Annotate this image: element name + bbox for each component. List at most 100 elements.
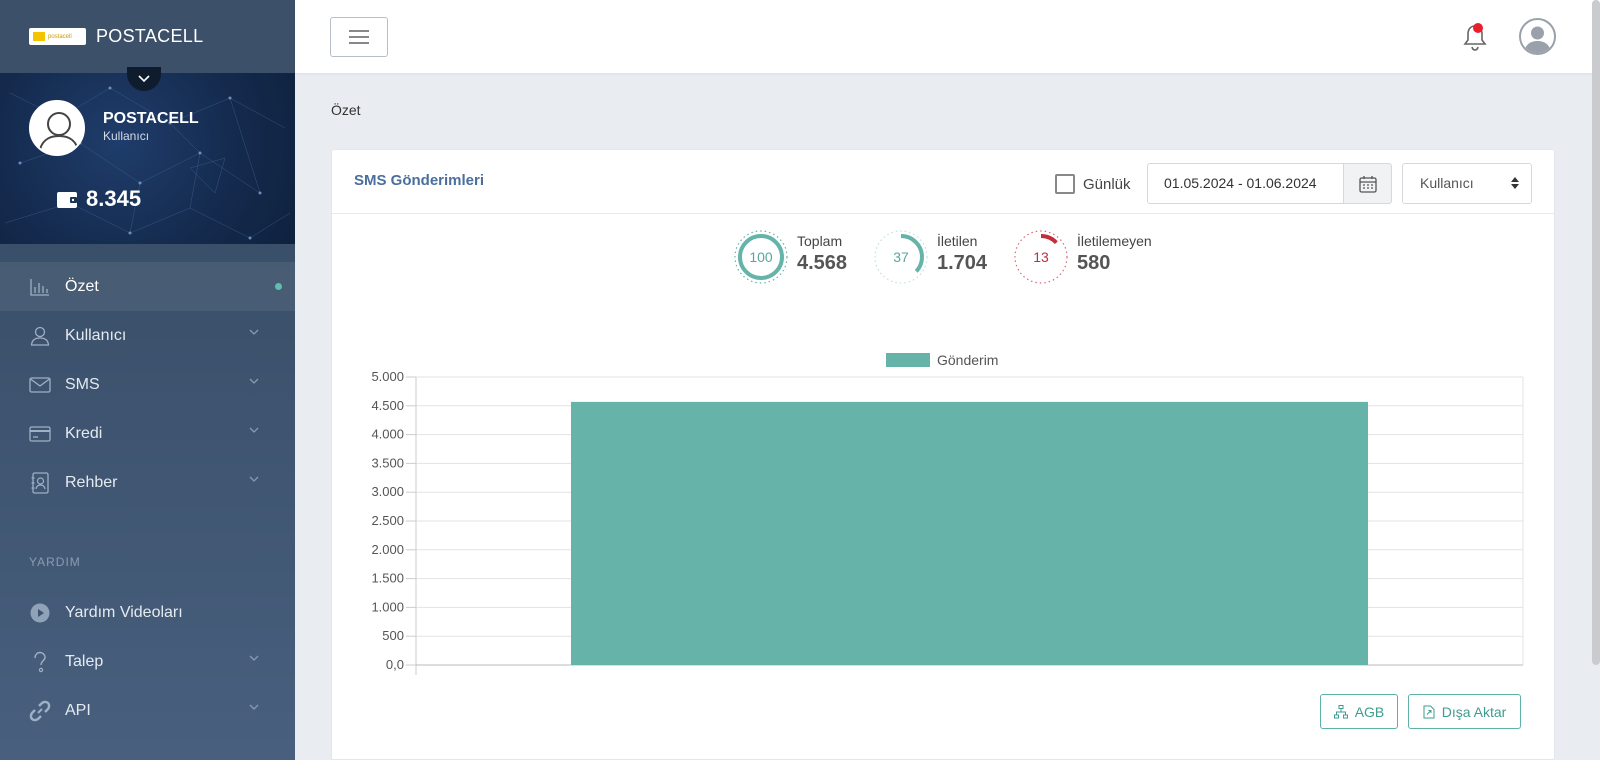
sidebar-item-label: Talep: [65, 652, 104, 670]
help-menu: Yardım Videoları Talep API: [0, 588, 295, 735]
sidebar-item-sms[interactable]: SMS: [0, 360, 295, 409]
user-avatar-button[interactable]: [1519, 18, 1556, 55]
calendar-icon: [1358, 175, 1377, 193]
export-button[interactable]: Dışa Aktar: [1408, 694, 1521, 729]
stat-percent: 13: [1033, 249, 1049, 265]
y-tick-label: 2.000: [371, 542, 404, 557]
stat-ring: 100: [733, 229, 789, 285]
stat-label: İletilemeyen: [1077, 233, 1152, 249]
y-tick-label: 2.500: [371, 513, 404, 528]
calendar-button[interactable]: [1343, 163, 1392, 204]
card-title: SMS Gönderimleri: [354, 172, 485, 189]
stat-label: İletilen: [937, 233, 978, 249]
bar: [570, 401, 1369, 665]
chevron-down-icon: [249, 704, 259, 710]
sidebar-item-kullanici[interactable]: Kullanıcı: [0, 311, 295, 360]
sidebar: postacell POSTACELL POSTACELL Kullanıcı …: [0, 0, 295, 760]
page-scrollbar[interactable]: [1592, 0, 1600, 665]
file-export-icon: [1423, 705, 1435, 718]
avatar[interactable]: [29, 100, 85, 156]
stat-ring: 13: [1013, 229, 1069, 285]
sidebar-item-label: Özet: [65, 277, 99, 295]
user-icon: [29, 325, 51, 347]
sidebar-item-yardim-videolari[interactable]: Yardım Videoları: [0, 588, 295, 637]
sidebar-item-talep[interactable]: Talep: [0, 637, 295, 686]
sms-card: SMS Gönderimleri Günlük 01.05.2024 - 01.…: [331, 149, 1555, 760]
y-tick-label: 4.500: [371, 398, 404, 413]
chevron-down-icon: [249, 378, 259, 384]
stat-label: Toplam: [797, 233, 843, 249]
stat-value: 1.704: [937, 252, 988, 274]
sidebar-item-kredi[interactable]: Kredi: [0, 409, 295, 458]
y-tick-label: 1.500: [371, 571, 404, 586]
question-icon: [29, 651, 51, 673]
bar-chart-icon: [29, 276, 51, 298]
page-title: Özet: [331, 102, 361, 118]
profile-name: POSTACELL: [103, 110, 199, 127]
date-range-input[interactable]: 01.05.2024 - 01.06.2024: [1147, 163, 1343, 204]
y-tick-label: 3.000: [371, 484, 404, 499]
stat-toplam: 100 Toplam 4.568: [733, 229, 847, 285]
brand-logo[interactable]: postacell: [29, 28, 86, 45]
stat-iletilen: 37 İletilen 1.704: [873, 229, 987, 285]
sidebar-item-ozet[interactable]: Özet: [0, 262, 295, 311]
chevron-down-icon: [249, 329, 259, 335]
chevron-down-icon: [249, 427, 259, 433]
link-icon: [29, 700, 51, 722]
credit-card-icon: [29, 423, 51, 445]
sidebar-item-label: Kullanıcı: [65, 326, 127, 344]
sidebar-item-label: SMS: [65, 375, 100, 393]
section-label-yardim: YARDIM: [29, 555, 81, 569]
sidebar-item-label: Yardım Videoları: [65, 603, 183, 621]
sidebar-item-rehber[interactable]: Rehber: [0, 458, 295, 507]
stat-percent: 37: [893, 249, 909, 265]
user-silhouette-icon: [1524, 26, 1551, 53]
y-tick-label: 1.000: [371, 599, 404, 614]
brand-name: POSTACELL: [96, 26, 204, 46]
agb-button[interactable]: AGB: [1320, 694, 1398, 729]
sidebar-item-api[interactable]: API: [0, 686, 295, 735]
balance-value: 8.345: [86, 186, 142, 211]
user-select[interactable]: Kullanıcı: [1402, 163, 1532, 204]
y-tick-label: 4.000: [371, 427, 404, 442]
stat-ring: 37: [873, 229, 929, 285]
hamburger-icon: [349, 30, 369, 44]
sidebar-menu: Özet Kullanıcı SMS Kredi Rehber: [0, 262, 295, 507]
topbar: [295, 0, 1600, 73]
daily-label: Günlük: [1083, 176, 1131, 193]
chevron-down-icon: [249, 476, 259, 482]
wallet-icon: [57, 192, 77, 208]
daily-checkbox[interactable]: [1055, 174, 1075, 194]
sidebar-item-label: API: [65, 701, 91, 719]
stat-value: 4.568: [797, 252, 848, 274]
select-caret-icon: [1511, 177, 1519, 189]
sidebar-item-label: Rehber: [65, 473, 118, 491]
agb-button-label: AGB: [1354, 703, 1385, 720]
y-tick-label: 0,0: [386, 657, 404, 672]
brand-bar: postacell POSTACELL: [0, 0, 295, 73]
balance: 8.345: [56, 186, 141, 212]
chevron-down-icon: [249, 655, 259, 661]
profile-panel: [0, 73, 295, 244]
active-indicator: [275, 283, 282, 290]
play-circle-icon: [29, 602, 51, 624]
stat-value: 580: [1077, 252, 1111, 274]
notification-badge: [1473, 23, 1483, 33]
menu-toggle-button[interactable]: [330, 17, 388, 57]
profile-role: Kullanıcı: [103, 129, 150, 143]
y-tick-label: 5.000: [371, 369, 404, 384]
network-background: [4, 86, 291, 240]
export-button-label: Dışa Aktar: [1441, 703, 1507, 720]
user-select-value: Kullanıcı: [1420, 175, 1474, 191]
sitemap-icon: [1333, 704, 1348, 718]
y-tick-label: 3.500: [371, 455, 404, 470]
sidebar-item-label: Kredi: [65, 424, 103, 442]
chevron-down-icon: [138, 75, 150, 83]
y-tick-label: 500: [382, 628, 404, 643]
card-header: SMS Gönderimleri Günlük 01.05.2024 - 01.…: [332, 150, 1554, 214]
contact-book-icon: [29, 471, 51, 494]
stat-iletilemeyen: 13 İletilemeyen 580: [1013, 229, 1152, 285]
bar-chart: 0,0 500 1.000 1.500 2.000 2.500 3.000 3.500 4.00…: [371, 369, 1524, 675]
envelope-icon: [29, 374, 51, 396]
stat-percent: 100: [749, 249, 773, 265]
